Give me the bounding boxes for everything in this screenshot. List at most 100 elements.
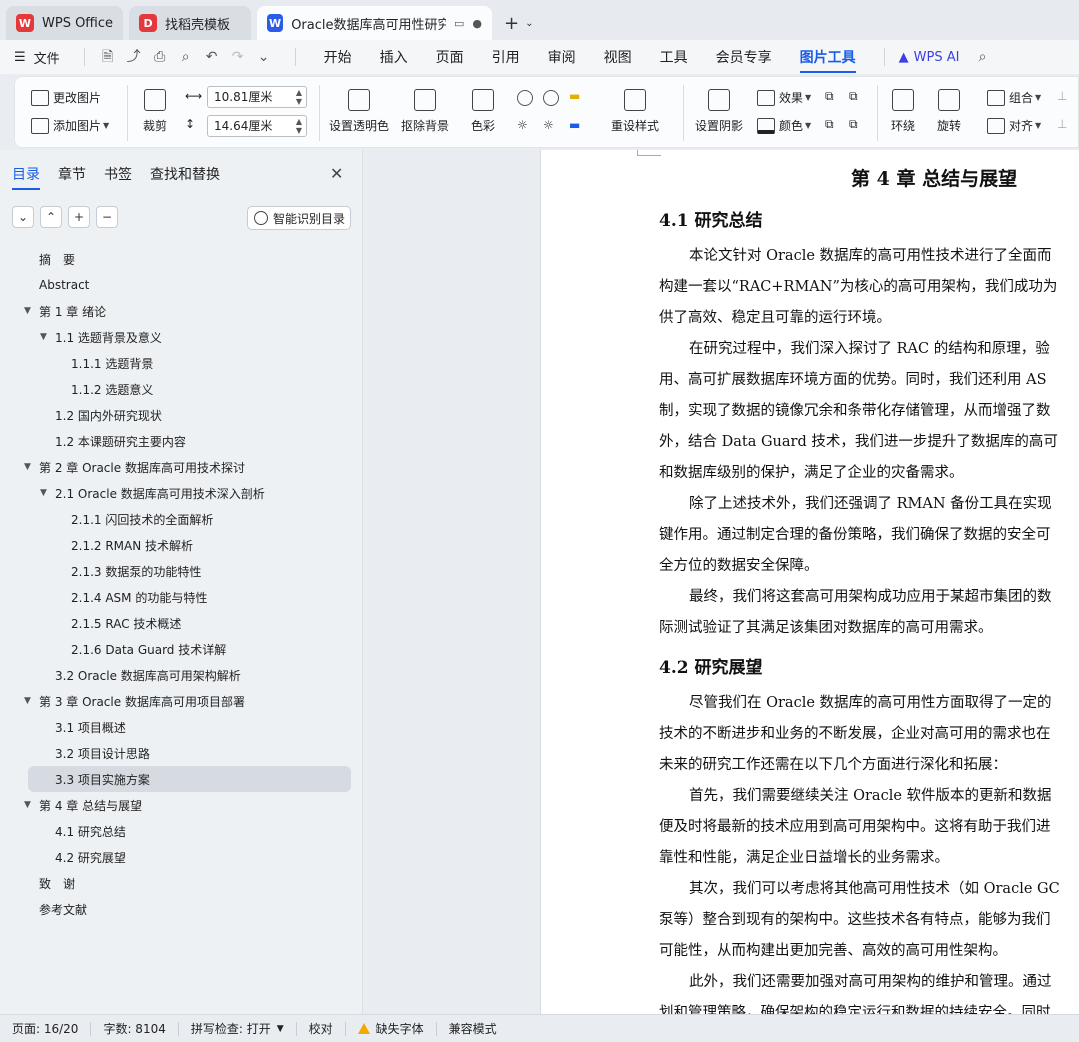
- wrap-button[interactable]: 环绕: [891, 89, 915, 134]
- unsaved-dot-icon[interactable]: ●: [472, 17, 482, 30]
- toc-item[interactable]: 3.2 Oracle 数据库高可用架构解析: [0, 662, 363, 688]
- toc-item[interactable]: 4.1 研究总结: [0, 818, 363, 844]
- tab-tools[interactable]: 工具: [660, 41, 688, 73]
- chevron-down-icon[interactable]: ⌄: [525, 18, 533, 29]
- remove-icon[interactable]: −: [96, 206, 118, 228]
- change-picture-button[interactable]: 更改图片: [31, 89, 101, 106]
- toc-item[interactable]: 4.2 研究展望: [0, 844, 363, 870]
- toc-item[interactable]: 参考文献: [0, 896, 363, 922]
- file-menu[interactable]: ☰ 文件: [14, 48, 60, 67]
- toc-item[interactable]: 2.1.4 ASM 的功能与特性: [0, 584, 363, 610]
- spell-check[interactable]: 拼写检查: 打开 ▼: [179, 1020, 296, 1037]
- outline-color-icon[interactable]: ▬: [569, 118, 580, 132]
- expand-arrow-icon[interactable]: ▼: [24, 462, 31, 472]
- smart-toc-button[interactable]: 智能识别目录: [247, 206, 351, 230]
- save-icon[interactable]: 🗎: [99, 48, 117, 66]
- tab-member[interactable]: 会员专享: [716, 41, 772, 73]
- toc-item[interactable]: 1.1.1 选题背景: [0, 350, 363, 376]
- arrange-icon[interactable]: ⧉: [825, 117, 834, 132]
- toc-item[interactable]: ▼ 第 2 章 Oracle 数据库高可用技术探讨: [0, 454, 363, 480]
- toc-item[interactable]: 1.2 本课题研究主要内容: [0, 428, 363, 454]
- tab-view[interactable]: 视图: [604, 41, 632, 73]
- effect-button[interactable]: 效果 ▼: [757, 89, 811, 106]
- add-icon[interactable]: +: [68, 206, 90, 228]
- expand-arrow-icon[interactable]: ▼: [24, 306, 31, 316]
- spinner-icon[interactable]: ▲ ▼: [296, 88, 302, 106]
- tab-picture-tools[interactable]: 图片工具: [799, 41, 856, 73]
- page-count[interactable]: 页面: 16/20: [0, 1020, 90, 1037]
- contrast-icon[interactable]: [543, 90, 559, 106]
- toc-item[interactable]: 2.1.2 RMAN 技术解析: [0, 532, 363, 558]
- expand-arrow-icon[interactable]: ▼: [24, 696, 31, 706]
- toc-item[interactable]: ▼ 第 1 章 绪论: [0, 298, 363, 324]
- sun-dim-icon[interactable]: ☼: [543, 118, 554, 132]
- toc-item[interactable]: 1.2 国内外研究现状: [0, 402, 363, 428]
- toc-item[interactable]: ▼ 第 4 章 总结与展望: [0, 792, 363, 818]
- toc-item[interactable]: ▼ 1.1 选题背景及意义: [0, 324, 363, 350]
- highlight-icon[interactable]: ▬: [569, 89, 580, 103]
- reset-style-button[interactable]: 重设样式: [611, 89, 659, 134]
- more-chevron-icon[interactable]: ⌄: [255, 48, 273, 66]
- toc-item[interactable]: 2.1.5 RAC 技术概述: [0, 610, 363, 636]
- toc-item[interactable]: ▼ 2.1 Oracle 数据库高可用技术深入剖析: [0, 480, 363, 506]
- tab-page[interactable]: 页面: [436, 41, 464, 73]
- height-field[interactable]: 14.64厘米 ▲ ▼: [207, 115, 307, 137]
- crop-button[interactable]: 裁剪: [143, 89, 167, 134]
- collapse-icon[interactable]: ⌄: [12, 206, 34, 228]
- tab-template[interactable]: D 找稻壳模板: [129, 6, 252, 40]
- toc-item[interactable]: 1.1.2 选题意义: [0, 376, 363, 402]
- toc-item[interactable]: 2.1.6 Data Guard 技术详解: [0, 636, 363, 662]
- tab-wps-office[interactable]: W WPS Office: [6, 6, 124, 40]
- toc-item[interactable]: 摘 要: [0, 246, 363, 272]
- tab-references[interactable]: 引用: [492, 41, 520, 73]
- close-icon[interactable]: ✕: [330, 164, 343, 183]
- toc-item[interactable]: 致 谢: [0, 870, 363, 896]
- toc-item[interactable]: 3.2 项目设计思路: [0, 740, 363, 766]
- arrange2-icon[interactable]: ⧉: [849, 117, 858, 132]
- new-tab-button[interactable]: + ⌄: [498, 6, 539, 40]
- expand-icon[interactable]: ⌃: [40, 206, 62, 228]
- tab-home[interactable]: 开始: [324, 41, 352, 73]
- proofread[interactable]: 校对: [297, 1020, 345, 1037]
- add-picture-button[interactable]: 添加图片 ▼: [31, 117, 109, 134]
- more-icon[interactable]: ⊥: [1057, 89, 1067, 103]
- color-button[interactable]: 色彩: [471, 89, 495, 134]
- spinner-icon[interactable]: ▲ ▼: [296, 117, 302, 135]
- tab-find-replace[interactable]: 查找和替换: [150, 164, 220, 188]
- set-transparent-button[interactable]: 设置透明色: [329, 89, 389, 134]
- brightness-icon[interactable]: [517, 90, 533, 106]
- expand-arrow-icon[interactable]: ▼: [40, 332, 47, 342]
- toc-item[interactable]: 2.1.1 闪回技术的全面解析: [0, 506, 363, 532]
- print-icon[interactable]: ⎙: [151, 48, 169, 66]
- redo-icon[interactable]: ↷: [229, 48, 247, 66]
- share-icon[interactable]: ⤴: [125, 48, 143, 66]
- print-preview-icon[interactable]: ⌕: [177, 48, 195, 66]
- toc-item[interactable]: 3.3 项目实施方案: [28, 766, 351, 792]
- send-backward-icon[interactable]: ⧉: [849, 89, 858, 104]
- word-count[interactable]: 字数: 8104: [91, 1020, 177, 1037]
- set-shadow-button[interactable]: 设置阴影: [695, 89, 743, 134]
- tab-review[interactable]: 审阅: [548, 41, 576, 73]
- toc-item[interactable]: 3.1 项目概述: [0, 714, 363, 740]
- toc-item[interactable]: 2.1.3 数据泵的功能特性: [0, 558, 363, 584]
- missing-font[interactable]: 缺失字体: [346, 1020, 436, 1037]
- color2-button[interactable]: 颜色 ▼: [757, 117, 811, 134]
- document-page[interactable]: 第 4 章 总结与展望 4.1 研究总结 4.2 研究展望 本论文针对 Orac…: [540, 150, 1079, 1014]
- width-field[interactable]: 10.81厘米 ▲ ▼: [207, 86, 307, 108]
- group-button[interactable]: 组合 ▼: [987, 89, 1041, 106]
- tab-sections[interactable]: 章节: [58, 164, 86, 188]
- undo-icon[interactable]: ↶: [203, 48, 221, 66]
- sun-icon[interactable]: ☼: [517, 118, 528, 132]
- more2-icon[interactable]: ⊥: [1057, 117, 1067, 131]
- bring-forward-icon[interactable]: ⧉: [825, 89, 834, 104]
- remove-background-button[interactable]: 抠除背景: [401, 89, 449, 134]
- expand-arrow-icon[interactable]: ▼: [40, 488, 47, 498]
- toc-item[interactable]: Abstract: [0, 272, 363, 298]
- expand-arrow-icon[interactable]: ▼: [24, 800, 31, 810]
- tab-document[interactable]: W Oracle数据库高可用性研究与 ▭ ●: [257, 6, 493, 40]
- tab-toc[interactable]: 目录: [12, 164, 40, 190]
- search-icon[interactable]: ⌕: [973, 48, 991, 66]
- tab-bookmarks[interactable]: 书签: [104, 164, 132, 188]
- rotate-button[interactable]: 旋转: [937, 89, 961, 134]
- toc-item[interactable]: ▼ 第 3 章 Oracle 数据库高可用项目部署: [0, 688, 363, 714]
